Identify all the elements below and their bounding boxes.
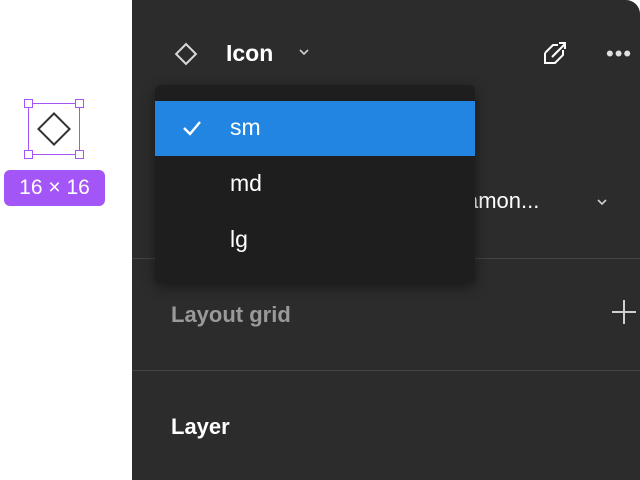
resize-handle-top-right[interactable] (75, 99, 84, 108)
checkmark-icon (183, 121, 201, 136)
canvas-area[interactable]: 16 × 16 (0, 0, 132, 480)
dropdown-option-label: md (230, 170, 262, 196)
dropdown-option-lg[interactable]: lg (155, 213, 475, 268)
resize-handle-bottom-right[interactable] (75, 150, 84, 159)
chevron-down-icon[interactable] (594, 194, 610, 210)
variant-value[interactable]: amon... (466, 188, 539, 214)
layer-title: Layer (171, 414, 230, 439)
selected-icon-frame[interactable] (24, 99, 84, 159)
diamond-outline-icon (174, 42, 198, 66)
plus-icon[interactable] (610, 298, 638, 326)
component-name[interactable]: Icon (226, 40, 273, 67)
resize-handle-bottom-left[interactable] (24, 150, 33, 159)
dropdown-option-label: sm (230, 114, 261, 140)
layout-grid-title: Layout grid (171, 302, 291, 327)
dropdown-option-sm[interactable]: sm (155, 101, 475, 156)
resize-handle-top-left[interactable] (24, 99, 33, 108)
more-horizontal-icon[interactable]: ••• (606, 43, 640, 65)
dropdown-option-md[interactable]: md (155, 157, 475, 212)
variant-dropdown-menu: sm md lg (155, 85, 475, 283)
detach-instance-icon[interactable] (536, 36, 572, 72)
size-badge: 16 × 16 (4, 170, 105, 206)
chevron-down-icon[interactable] (296, 44, 312, 60)
dropdown-option-label: lg (230, 226, 248, 252)
section-divider (132, 370, 640, 371)
